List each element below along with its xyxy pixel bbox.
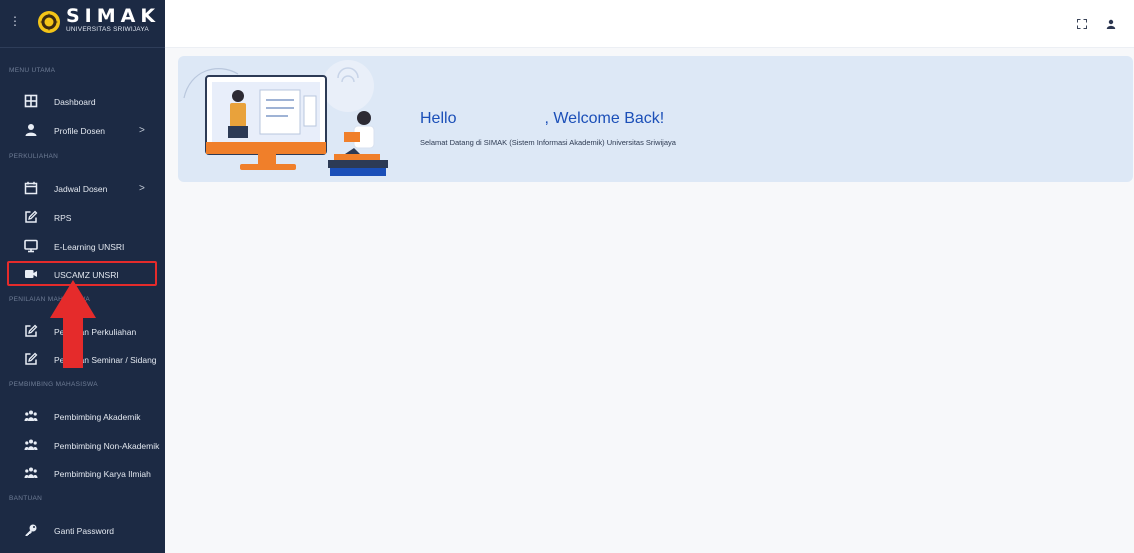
- user-profile-icon: [1106, 19, 1116, 29]
- user-icon: [25, 124, 37, 136]
- section-label-bantuan: BANTUAN: [9, 495, 43, 502]
- edit-icon: [25, 210, 38, 223]
- main-content: Hello, Welcome Back! Selamat Datang di S…: [165, 48, 1134, 553]
- users-icon: [24, 410, 38, 421]
- sidebar-item-profile-dosen[interactable]: Profile Dosen >: [0, 119, 165, 143]
- sidebar-item-label: Profile Dosen: [54, 126, 106, 136]
- sidebar-item-pembimbing-non-akademik[interactable]: Pembimbing Non-Akademik: [0, 434, 165, 458]
- profile-button[interactable]: [1102, 15, 1120, 33]
- chevron-right-icon: >: [139, 183, 145, 194]
- chevron-right-icon: >: [139, 125, 145, 136]
- welcome-illustration: [183, 60, 388, 176]
- greeting-heading: Hello, Welcome Back!: [420, 110, 665, 127]
- welcome-banner: Hello, Welcome Back! Selamat Datang di S…: [178, 56, 1133, 182]
- sidebar-item-label: Ganti Password: [54, 526, 114, 536]
- welcome-message: Selamat Datang di SIMAK (Sistem Informas…: [420, 138, 676, 147]
- sidebar-item-ganti-password[interactable]: Ganti Password: [0, 519, 165, 543]
- monitor-icon: [24, 239, 38, 253]
- fullscreen-icon: [1077, 19, 1087, 29]
- grid-icon: [24, 94, 38, 108]
- sidebar-item-pembimbing-karya-ilmiah[interactable]: Pembimbing Karya Ilmiah: [0, 462, 165, 486]
- brand-header: ⋮ SIMAK UNIVERSITAS SRIWIJAYA: [0, 0, 165, 48]
- section-label-menu-utama: MENU UTAMA: [9, 67, 56, 74]
- users-icon: [24, 467, 38, 478]
- edit-icon: [25, 324, 38, 337]
- sidebar-item-dashboard[interactable]: Dashboard: [0, 90, 165, 114]
- sidebar-item-label: Jadwal Dosen: [54, 184, 108, 194]
- topbar: [165, 0, 1134, 48]
- fullscreen-button[interactable]: [1073, 15, 1091, 33]
- sidebar-item-label: E-Learning UNSRI: [54, 242, 125, 252]
- sidebar-item-pembimbing-akademik[interactable]: Pembimbing Akademik: [0, 405, 165, 429]
- app-window: ⋮ SIMAK UNIVERSITAS SRIWIJAYA MENU UTAMA…: [0, 0, 1134, 553]
- app-title: SIMAK: [66, 5, 161, 27]
- key-icon: [25, 524, 37, 536]
- section-label-perkuliahan: PERKULIAHAN: [9, 153, 59, 160]
- sidebar-item-label: RPS: [54, 213, 72, 223]
- app-subtitle: UNIVERSITAS SRIWIJAYA: [66, 26, 149, 33]
- sidebar-item-e-learning[interactable]: E-Learning UNSRI: [0, 235, 165, 259]
- users-icon: [24, 439, 38, 450]
- sidebar-item-label: Dashboard: [54, 97, 96, 107]
- sidebar-item-label: Pembimbing Akademik: [54, 412, 141, 422]
- sidebar-item-label: Pembimbing Non-Akademik: [54, 441, 160, 451]
- section-label-pembimbing-mahasiswa: PEMBIMBING MAHASISWA: [9, 381, 98, 388]
- calendar-icon: [24, 181, 38, 195]
- sidebar-item-rps[interactable]: RPS: [0, 206, 165, 230]
- edit-icon: [25, 352, 38, 365]
- university-logo-icon: [38, 11, 60, 33]
- menu-toggle-icon[interactable]: ⋮: [9, 15, 21, 27]
- sidebar-item-label: Pembimbing Karya Ilmiah: [54, 469, 151, 479]
- sidebar-item-jadwal-dosen[interactable]: Jadwal Dosen >: [0, 177, 165, 201]
- red-arrow-pointer: [50, 280, 96, 368]
- sidebar: ⋮ SIMAK UNIVERSITAS SRIWIJAYA MENU UTAMA…: [0, 0, 165, 553]
